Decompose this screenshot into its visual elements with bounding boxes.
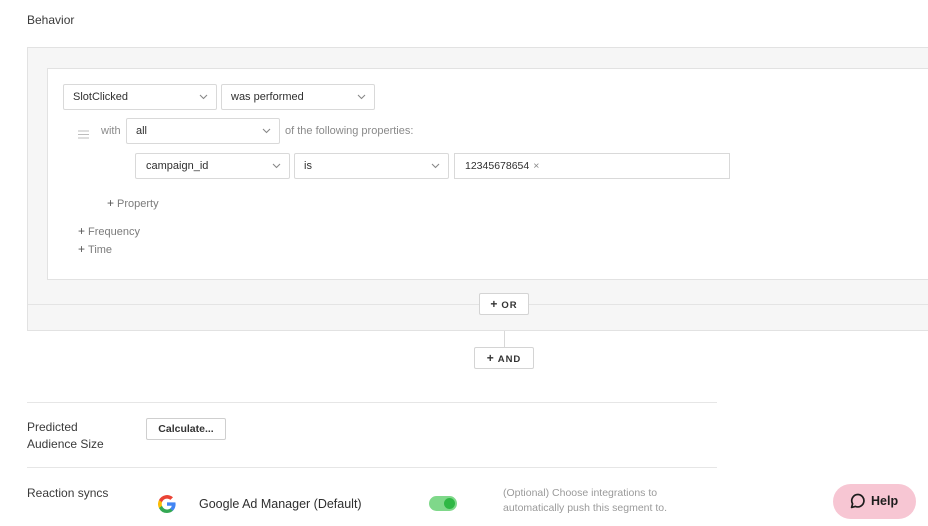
chevron-down-icon [262,119,271,134]
operator-select[interactable]: is [294,153,449,179]
predicted-label: Predicted Audience Size [27,419,104,453]
divider [27,402,717,403]
add-frequency-label: Frequency [88,226,140,238]
chevron-down-icon [431,154,440,169]
add-time-link[interactable]: + Time [78,242,112,256]
google-icon [158,495,176,518]
plus-icon: + [78,242,86,256]
plus-icon: + [107,196,115,210]
and-button-label: AND [497,354,522,365]
tag-remove-icon[interactable]: × [533,160,539,172]
toggle-knob [444,498,455,509]
calculate-button[interactable]: Calculate... [146,418,226,440]
integration-name: Google Ad Manager (Default) [199,497,362,511]
match-select-value: all [136,125,148,137]
integration-hint: (Optional) Choose integrations to automa… [503,486,667,516]
predicted-label-line2: Audience Size [27,437,104,451]
divider [27,467,717,468]
hamburger-icon[interactable] [78,126,89,144]
or-divider [28,304,928,305]
help-button[interactable]: Help [833,484,916,519]
or-button-label: OR [501,300,518,311]
property-select[interactable]: campaign_id [135,153,290,179]
chevron-down-icon [272,154,281,169]
connector-line [504,331,505,347]
and-button[interactable]: + AND [474,347,534,369]
add-frequency-link[interactable]: + Frequency [78,224,140,238]
add-time-label: Time [88,244,113,256]
operator-select-value: is [304,160,312,172]
event-select[interactable]: SlotClicked [63,84,217,110]
event-select-value: SlotClicked [73,91,129,103]
add-property-label: Property [117,198,159,210]
plus-icon: + [490,297,498,311]
chat-bubble-icon [850,493,866,512]
integration-hint-line1: (Optional) Choose integrations to [503,487,658,499]
integration-toggle[interactable] [429,496,457,511]
value-tag-label: 12345678654 [465,160,530,172]
plus-icon: + [78,224,86,238]
action-select-value: was performed [231,91,304,103]
value-tag: 12345678654 × [465,160,539,172]
properties-suffix: of the following properties: [285,125,414,137]
chevron-down-icon [357,85,366,100]
section-title: Behavior [27,13,75,27]
property-select-value: campaign_id [146,160,209,172]
chevron-down-icon [199,85,208,100]
add-property-link[interactable]: + Property [107,196,159,210]
reaction-syncs-label: Reaction syncs [27,486,109,500]
integration-hint-line2: automatically push this segment to. [503,502,668,514]
with-label: with [101,125,121,137]
help-label: Help [871,494,899,508]
match-select[interactable]: all [126,118,280,144]
action-select[interactable]: was performed [221,84,375,110]
plus-icon: + [486,351,494,365]
value-tag-input[interactable]: 12345678654 × [454,153,730,179]
predicted-label-line1: Predicted [27,420,78,434]
or-button[interactable]: + OR [479,293,529,315]
